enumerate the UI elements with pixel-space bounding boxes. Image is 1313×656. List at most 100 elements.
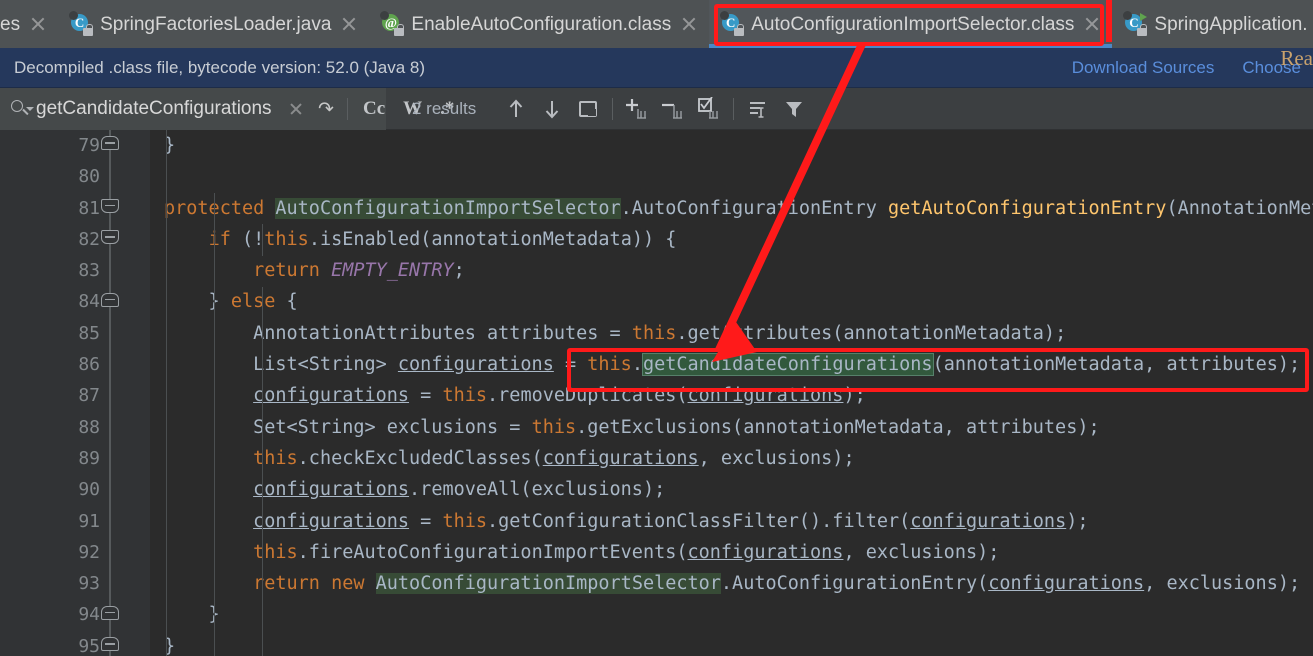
- code-token: return new: [253, 573, 376, 595]
- code-token: configurations: [253, 479, 410, 501]
- code-line[interactable]: Set<String> exclusions = this.getExclusi…: [150, 412, 1313, 443]
- code-line[interactable]: configurations.removeAll(exclusions);: [150, 474, 1313, 505]
- fold-toggle-icon[interactable]: [101, 136, 119, 154]
- code-token: (AnnotationMeta: [1166, 197, 1313, 219]
- editor-tab-0[interactable]: es: [0, 0, 59, 48]
- line-number: 86: [78, 354, 100, 376]
- find-previous-button[interactable]: [498, 92, 534, 126]
- code-line[interactable]: return EMPTY_ENTRY;: [150, 255, 1313, 286]
- line-number: 91: [78, 510, 100, 532]
- regex-wrap-icon[interactable]: ↷: [311, 96, 341, 122]
- code-token: protected: [164, 197, 276, 219]
- code-token: this: [442, 510, 488, 532]
- code-line[interactable]: AnnotationAttributes attributes = this.g…: [150, 318, 1313, 349]
- code-token: .isEnabled(annotationMetadata)) {: [308, 228, 677, 250]
- code-token: , exclusions);: [698, 447, 855, 469]
- find-field-container[interactable]: ↷ Cc W .*: [0, 87, 454, 130]
- close-icon[interactable]: [28, 14, 48, 34]
- code-token: =: [409, 385, 443, 407]
- decompiled-notice-text: Decompiled .class file, bytecode version…: [14, 57, 426, 77]
- editor-tab-bar: es C SpringFactoriesLoader.java @ EnableAuto…: [0, 0, 1313, 48]
- code-line[interactable]: protected AutoConfigurationImportSelecto…: [150, 193, 1313, 224]
- download-sources-link[interactable]: Download Sources: [1072, 58, 1215, 78]
- code-token: configurations: [687, 385, 844, 407]
- editor-tab-4[interactable]: C SpringApplication.: [1112, 0, 1313, 48]
- code-line[interactable]: List<String> configurations = this.getCa…: [150, 349, 1313, 380]
- code-line[interactable]: }: [150, 631, 1313, 656]
- code-token: this: [442, 385, 488, 407]
- code-editor-area[interactable]: 79 80 81 82 83 84 85 86 87 88 89 90 91 92 93 94 95 } pro…: [0, 130, 1313, 656]
- code-line[interactable]: configurations = this.removeDuplicates(c…: [150, 380, 1313, 411]
- divider: [733, 97, 735, 120]
- code-line[interactable]: this.fireAutoConfigurationImportEvents(c…: [150, 537, 1313, 568]
- line-number: 84: [78, 291, 100, 313]
- rectangle-icon[interactable]: [570, 92, 606, 126]
- checkbox-selection-icon[interactable]: [691, 92, 727, 126]
- fold-toggle-icon[interactable]: [101, 198, 119, 217]
- magnifier-with-dropdown-icon[interactable]: [10, 98, 36, 120]
- line-number-column: 79 80 81 82 83 84 85 86 87 88 89 90 91 92 93 94 95: [0, 130, 104, 656]
- line-number: 79: [78, 135, 100, 156]
- lines-with-caret-icon[interactable]: [740, 92, 776, 126]
- code-token: getCandidateConfigurations: [641, 353, 934, 377]
- close-icon[interactable]: [281, 96, 311, 122]
- ide-editor-window: es C SpringFactoriesLoader.java @ EnableAuto…: [0, 0, 1313, 656]
- fold-toggle-icon[interactable]: [101, 605, 119, 624]
- code-line[interactable]: } else {: [150, 286, 1313, 317]
- code-line[interactable]: }: [150, 130, 1313, 161]
- code-token: (annotationMetadata, attributes);: [932, 354, 1301, 376]
- code-token: configurations: [253, 385, 410, 407]
- editor-tab-3[interactable]: C AutoConfigurationImportSelector.class: [709, 0, 1113, 48]
- code-token: .fireAutoConfigurationImportEvents(: [297, 541, 688, 563]
- fold-toggle-icon[interactable]: [101, 292, 119, 311]
- code-token: .removeAll(exclusions);: [409, 479, 666, 501]
- code-token: List<String>: [164, 354, 398, 376]
- minus-selection-icon[interactable]: [655, 92, 691, 126]
- close-icon[interactable]: [1082, 14, 1102, 34]
- code-line[interactable]: configurations = this.getConfigurationCl…: [150, 506, 1313, 537]
- code-token: .checkExcludedClasses(: [297, 447, 543, 469]
- code-token: , exclusions);: [1144, 573, 1301, 595]
- match-case-toggle[interactable]: Cc: [354, 98, 394, 120]
- code-line[interactable]: return new AutoConfigurationImportSelect…: [150, 568, 1313, 599]
- code-token: configurations: [253, 510, 410, 532]
- code-line[interactable]: if (!this.isEnabled(annotationMetadata))…: [150, 224, 1313, 255]
- code-token: .removeDuplicates(: [487, 385, 688, 407]
- code-token: .getExclusions(annotationMetadata, attri…: [576, 416, 1100, 438]
- editor-tab-label: es: [0, 13, 21, 35]
- code-line[interactable]: [150, 161, 1313, 192]
- close-icon[interactable]: [339, 14, 359, 34]
- code-token: {: [286, 291, 298, 313]
- find-next-button[interactable]: [534, 92, 570, 126]
- code-token: this: [253, 447, 298, 469]
- plus-selection-icon[interactable]: [619, 92, 655, 126]
- code-content[interactable]: } protected AutoConfigurationImportSelec…: [150, 130, 1313, 656]
- code-token: }: [164, 291, 231, 313]
- search-input[interactable]: [36, 97, 281, 120]
- find-in-file-toolbar: ↷ Cc W .* 2 results: [0, 87, 1313, 130]
- code-token: AnnotationAttributes attributes: [164, 322, 610, 344]
- filter-icon[interactable]: [776, 92, 812, 126]
- fold-toggle-icon[interactable]: [101, 229, 119, 248]
- indent-guide: [262, 287, 263, 656]
- code-token: configurations: [542, 447, 699, 469]
- close-icon[interactable]: [679, 14, 699, 34]
- code-line[interactable]: this.checkExcludedClasses(configurations…: [150, 443, 1313, 474]
- fold-toggle-icon[interactable]: [101, 636, 119, 655]
- line-number: 82: [78, 228, 100, 250]
- editor-tab-1[interactable]: C SpringFactoriesLoader.java: [58, 0, 370, 48]
- code-token: .AutoConfigurationEntry(: [720, 573, 989, 595]
- line-number: 80: [78, 166, 100, 188]
- code-token: .getAttributes(annotationMetadata);: [676, 322, 1067, 344]
- code-line[interactable]: }: [150, 599, 1313, 630]
- line-number: 92: [78, 541, 100, 563]
- code-token: .AutoConfigurationEntry: [620, 197, 888, 219]
- code-token: );: [843, 385, 866, 407]
- decompiled-notification-bar: Decompiled .class file, bytecode version…: [0, 48, 1313, 88]
- editor-gutter[interactable]: 79 80 81 82 83 84 85 86 87 88 89 90 91 92 93 94 95: [0, 130, 150, 656]
- line-number: 88: [78, 416, 100, 438]
- code-token: configurations: [988, 573, 1145, 595]
- editor-tab-2[interactable]: @ EnableAutoConfiguration.class: [369, 0, 710, 48]
